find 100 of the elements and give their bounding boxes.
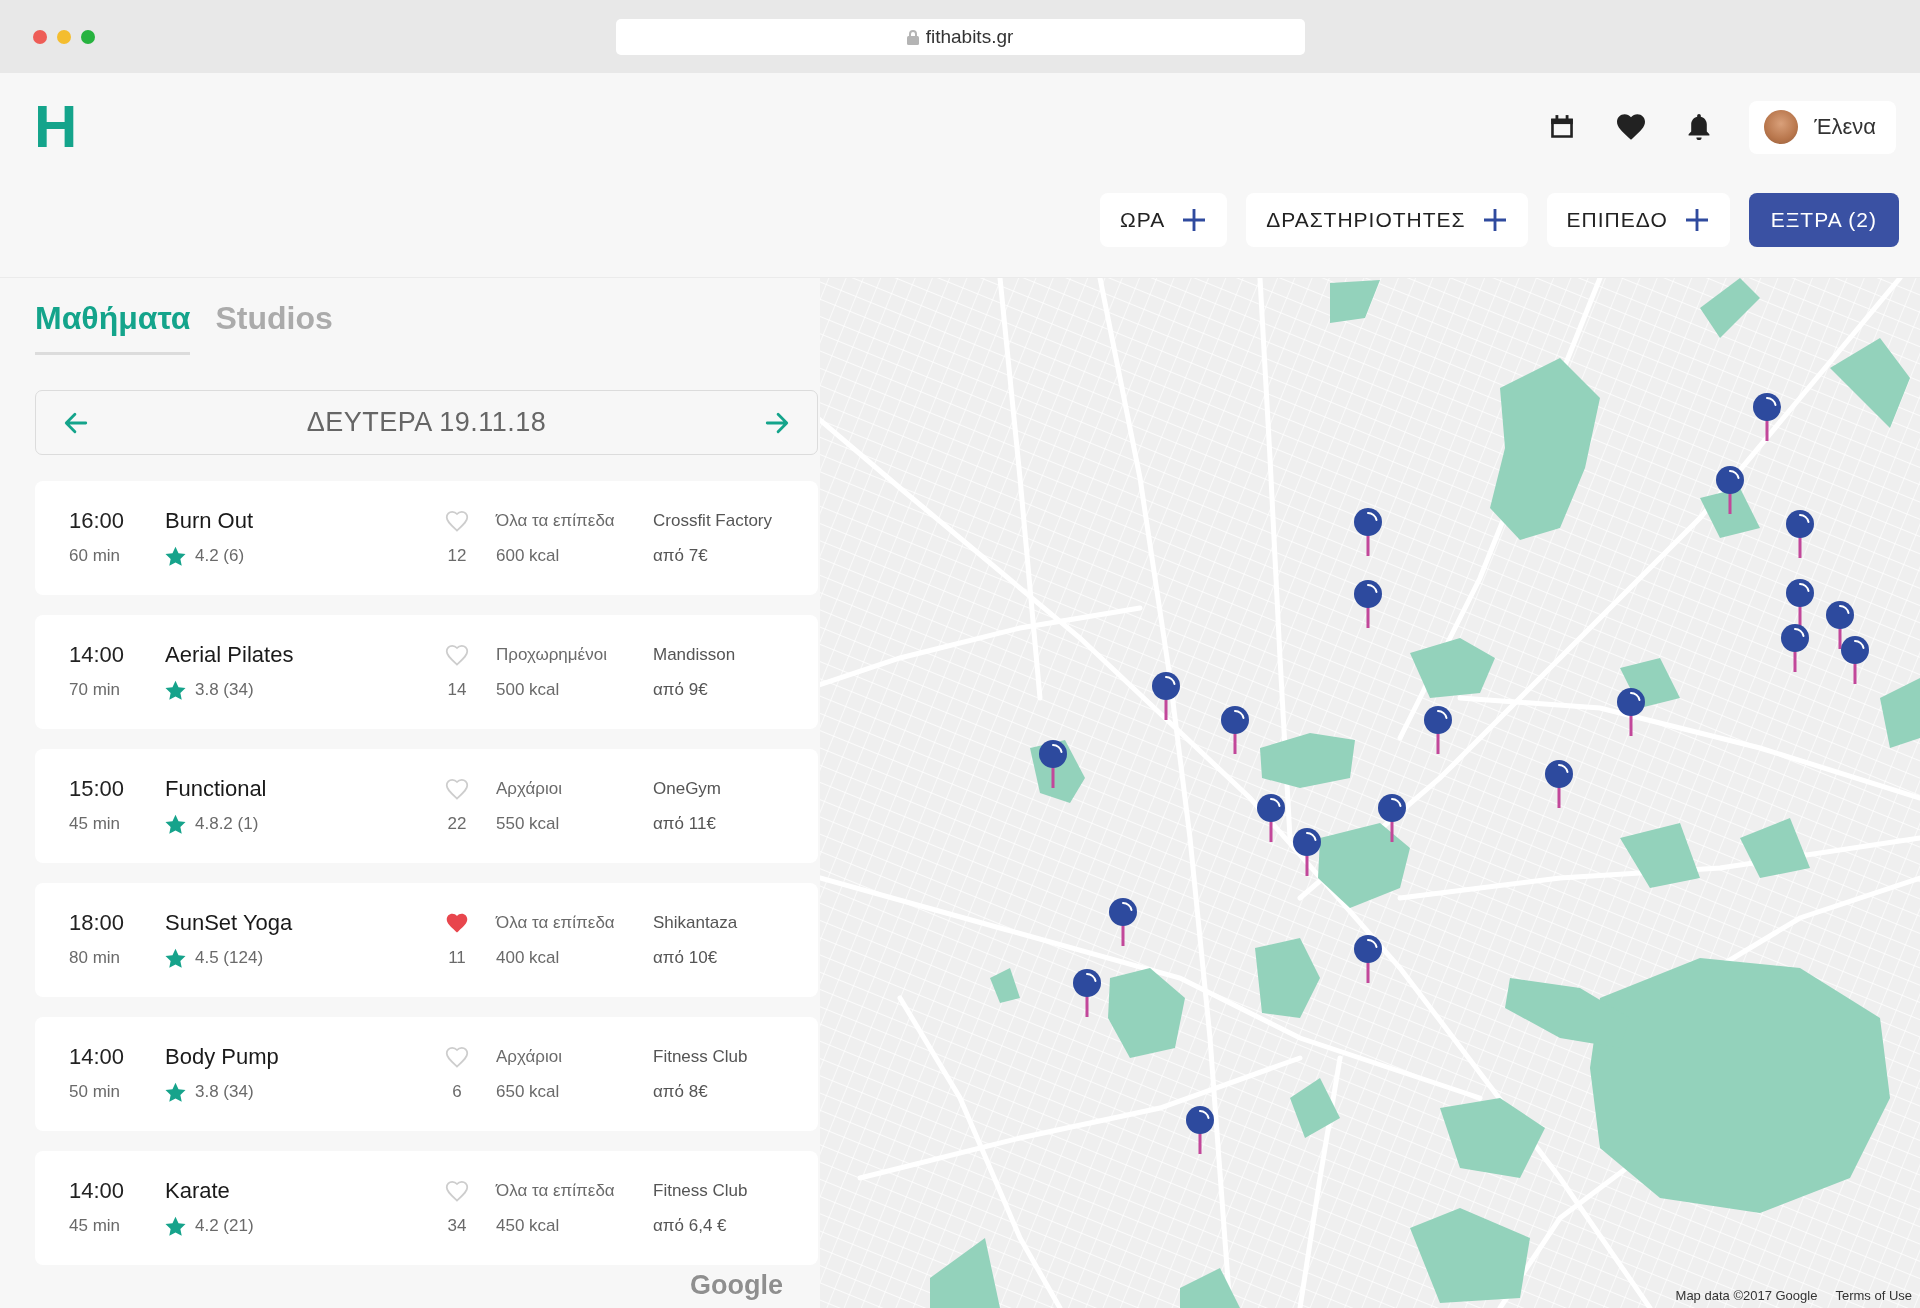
rating-text: 3.8 (34) [195, 679, 254, 701]
map-pin-icon[interactable] [1152, 672, 1180, 720]
map-pin-icon[interactable] [1073, 969, 1101, 1017]
map-pin-icon[interactable] [1109, 898, 1137, 946]
heart-icon[interactable] [1617, 114, 1646, 140]
star-icon [165, 1215, 186, 1237]
class-time: 14:00 [69, 1178, 126, 1204]
class-card[interactable]: 14:00 Karate Όλα τα επίπεδα Fitness Club 45 min 4.2 (21) 34 450 kcal από 6,4 € [35, 1151, 818, 1265]
price-text: από 11€ [653, 813, 717, 835]
class-time: 16:00 [69, 508, 126, 534]
star-icon [165, 545, 186, 567]
class-time: 14:00 [69, 642, 126, 668]
map-pin-icon[interactable] [1424, 706, 1452, 754]
star-icon [165, 947, 186, 969]
park-area [1620, 658, 1680, 708]
filter-button[interactable]: ΔΡΑΣΤΗΡΙΟΤΗΤΕΣ [1246, 193, 1528, 247]
class-level: Αρχάριοι [495, 1046, 563, 1068]
class-duration: 70 min [69, 679, 122, 701]
map-pin-icon[interactable] [1354, 935, 1382, 983]
map-pin-icon[interactable] [1716, 466, 1744, 514]
class-name: Functional [165, 776, 268, 802]
class-level: Όλα τα επίπεδα [494, 510, 616, 532]
park-area [1880, 678, 1920, 748]
map-pin-icon[interactable] [1786, 510, 1814, 558]
park-area [930, 1238, 1000, 1308]
map-pin-icon[interactable] [1781, 624, 1809, 672]
class-name: Body Pump [165, 1044, 280, 1070]
map-pin-icon[interactable] [1354, 508, 1382, 556]
calories-text: 600 kcal [495, 545, 561, 567]
class-duration: 45 min [69, 813, 122, 835]
filter-button[interactable]: ΕΠΙΠΕΔΟ [1546, 193, 1730, 247]
studio-name: Mandisson [653, 644, 737, 666]
studio-name: Fitness Club [653, 1180, 749, 1202]
map-pin-icon[interactable] [1039, 740, 1067, 788]
class-card[interactable]: 16:00 Burn Out Όλα τα επίπεδα Crossfit Factory 60 min 4.2 (6) 12 600 kcal από 7€ [35, 481, 818, 595]
terms-link[interactable]: Terms of Use [1835, 1288, 1912, 1304]
studio-name: Fitness Club [653, 1046, 749, 1068]
map-pin-icon[interactable] [1753, 393, 1781, 441]
class-time: 15:00 [69, 776, 126, 802]
class-level: Προχωρημένοι [495, 644, 608, 666]
class-card[interactable]: 15:00 Functional Αρχάριοι OneGym 45 min 4.8.2 (1) 22 550 kcal από 11€ [35, 749, 818, 863]
rating-text: 4.8.2 (1) [195, 813, 259, 835]
plus-icon [1483, 209, 1506, 231]
class-time: 14:00 [69, 1044, 126, 1070]
map-pin-icon[interactable] [1617, 688, 1645, 736]
lock-icon [906, 28, 919, 45]
map-pin-icon[interactable] [1186, 1106, 1214, 1154]
plus-icon [1685, 209, 1708, 231]
class-name: Karate [165, 1178, 231, 1204]
avatar-icon [1764, 110, 1799, 144]
class-duration: 80 min [69, 947, 122, 969]
filter-button[interactable]: ΕΞΤΡΑ (2) [1748, 193, 1899, 247]
likes-count: 12 [447, 545, 467, 567]
map-pin-icon[interactable] [1221, 706, 1249, 754]
calories-text: 650 kcal [495, 1081, 561, 1103]
park-area [1740, 818, 1810, 878]
star-icon [165, 679, 186, 701]
class-duration: 60 min [69, 545, 122, 567]
window-close-icon[interactable] [33, 29, 47, 44]
calories-text: 400 kcal [495, 947, 561, 969]
map-pin-icon[interactable] [1257, 794, 1285, 842]
plus-icon [1183, 209, 1206, 231]
class-time: 18:00 [69, 910, 126, 936]
bell-icon[interactable] [1687, 114, 1712, 140]
class-name: Burn Out [165, 508, 255, 534]
address-bar[interactable]: fithabits.gr [615, 18, 1305, 55]
rating-text: 4.2 (21) [195, 1215, 254, 1237]
filter-button[interactable]: ΩΡΑ [1100, 193, 1228, 247]
park-area [990, 968, 1020, 1003]
rating-text: 4.5 (124) [195, 947, 264, 969]
likes-count: 34 [447, 1215, 467, 1237]
map-pin-icon[interactable] [1786, 579, 1814, 627]
map-pin-icon[interactable] [1293, 828, 1321, 876]
map-pin-icon[interactable] [1354, 580, 1382, 628]
class-name: Aerial Pilates [165, 642, 295, 668]
map-pin-icon[interactable] [1378, 794, 1406, 842]
class-card[interactable]: 14:00 Aerial Pilates Προχωρημένοι Mandisson 70 min 3.8 (34) 14 500 kcal από 9€ [35, 615, 818, 729]
calendar-icon[interactable] [1549, 114, 1576, 140]
class-level: Αρχάριοι [495, 778, 563, 800]
studio-name: OneGym [653, 778, 723, 800]
user-menu-button[interactable]: Έλενα [1749, 100, 1896, 154]
likes-count: 11 [448, 947, 466, 969]
star-icon [165, 813, 186, 835]
price-text: από 7€ [653, 545, 709, 567]
studio-name: Crossfit Factory [653, 510, 774, 532]
map-pin-icon[interactable] [1545, 760, 1573, 808]
map-pin-icon[interactable] [1826, 601, 1854, 649]
rating-text: 3.8 (34) [195, 1081, 254, 1103]
class-card[interactable]: 14:00 Body Pump Αρχάριοι Fitness Club 50 min 3.8 (34) 6 650 kcal από 8€ [35, 1017, 818, 1131]
likes-count: 22 [447, 813, 467, 835]
calories-text: 500 kcal [495, 679, 561, 701]
park-area [1330, 280, 1380, 323]
date-label: ΔΕΥΤΕΡΑ 19.11.18 [306, 407, 547, 438]
studio-name: Shikantaza [653, 912, 739, 934]
map-pin-icon[interactable] [1841, 636, 1869, 684]
park-area [1700, 278, 1760, 338]
class-card[interactable]: 18:00 SunSet Yoga Όλα τα επίπεδα Shikantaza 80 min 4.5 (124) 11 400 kcal από 10€ [35, 883, 818, 997]
map-attribution: Map data ©2017 Google [1675, 1288, 1818, 1304]
rating-text: 4.2 (6) [195, 545, 245, 567]
google-logo: Google [690, 1270, 783, 1300]
